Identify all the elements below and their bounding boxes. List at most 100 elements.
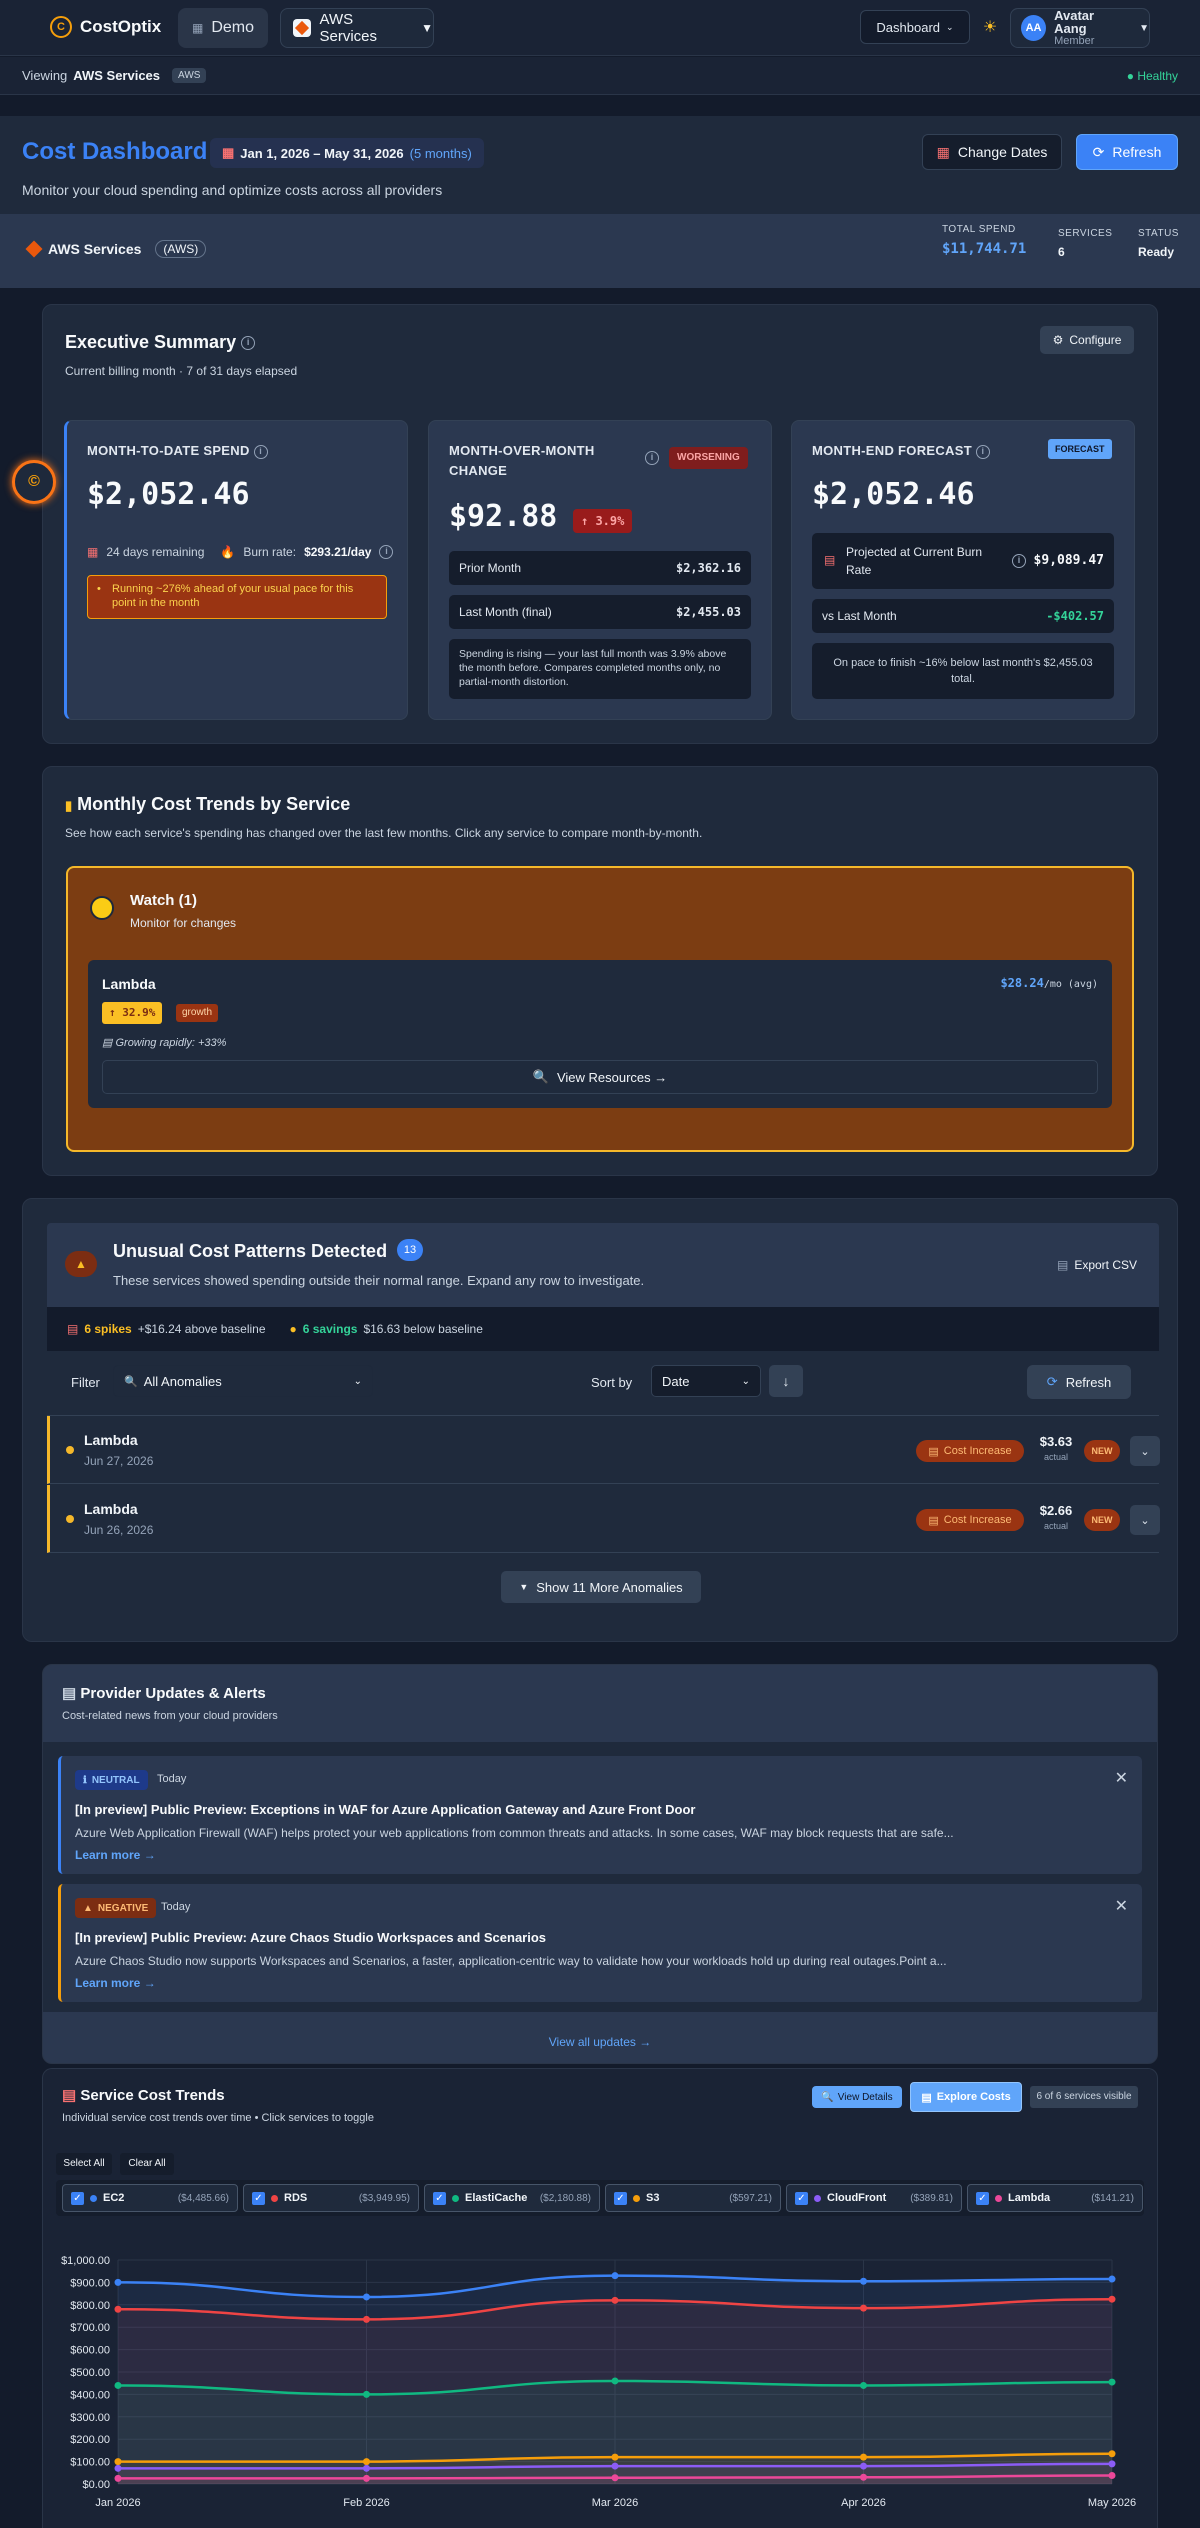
mom-pct-badge: ↑ 3.9% (573, 509, 633, 533)
anomaly-row[interactable]: Lambda Jun 26, 2026 ▤ Cost Increase $2.66 a… (47, 1485, 1160, 1553)
service-toggle-total: ($3,949.95) (358, 2192, 410, 2204)
view-resources-button[interactable]: 🔍 View Resources → (102, 1060, 1098, 1094)
service-name-label: AWS Services (48, 241, 142, 257)
service-cost-chart[interactable]: $0.00 $100.00 $200.00 $300.00 $400.00 $500.00… (42, 2240, 1158, 2520)
service-toggle-name: EC2 (103, 2192, 125, 2204)
expand-chevron-icon[interactable]: ⌄ (1130, 1436, 1160, 1466)
service-toggle-ec2[interactable]: ✓ EC2 ($4,485.66) (62, 2184, 238, 2212)
learn-more-link[interactable]: Learn more → (75, 1848, 156, 1862)
sort-direction-button[interactable]: ↓ (769, 1365, 803, 1397)
clear-all-button[interactable]: Clear All (120, 2153, 174, 2175)
data-point-cloudfront (860, 2462, 867, 2470)
watch-service-card[interactable]: Lambda $28.24/mo (avg) ↑ 32.9% growth ▤ … (88, 960, 1112, 1108)
info-icon[interactable]: i (253, 444, 268, 459)
select-all-button[interactable]: Select All (56, 2153, 112, 2175)
data-point-s3 (1108, 2450, 1116, 2458)
spikes-count: 6 spikes (84, 1322, 132, 1336)
theme-toggle-sun-icon[interactable]: ☀ (980, 18, 1000, 38)
chart-up-icon: ▤ (928, 1445, 939, 1458)
y-tick-label: $200.00 (70, 2434, 110, 2446)
learn-more-link[interactable]: Learn more → (75, 1976, 156, 1990)
service-toggle-lambda[interactable]: ✓ Lambda ($141.21) (967, 2184, 1143, 2212)
provider-label: AWS Services (319, 11, 378, 45)
watch-service-avg: $28.24/mo (avg) (1000, 976, 1098, 990)
fire-icon: 🔥 (220, 545, 236, 559)
info-icon[interactable]: i (379, 545, 394, 559)
y-tick-label: $600.00 (70, 2345, 110, 2357)
info-icon[interactable]: i (645, 451, 659, 465)
user-menu[interactable]: AA Avatar Aang Member ▼ (1010, 8, 1150, 48)
series-swatch (90, 2194, 97, 2202)
view-details-label: View Details (837, 2091, 893, 2103)
sort-value: Date (662, 1373, 690, 1389)
service-toggle-elasticache[interactable]: ✓ ElastiCache ($2,180.88) (424, 2184, 600, 2212)
update-item[interactable]: ℹ NEUTRAL Today [In preview] Public Previ… (58, 1756, 1142, 1874)
chart-up-icon: ▤ (928, 1514, 939, 1527)
close-icon[interactable]: ✕ (1115, 1896, 1128, 1916)
view-details-button[interactable]: 🔍 View Details (812, 2086, 902, 2108)
growth-note-text: Growing rapidly: +33% (115, 1037, 227, 1049)
expand-chevron-icon[interactable]: ⌄ (1130, 1505, 1160, 1535)
update-item[interactable]: ▲ NEGATIVE Today [In preview] Public Prev… (58, 1884, 1142, 2002)
mtd-label: MONTH-TO-DATE SPEND i (87, 441, 268, 461)
change-dates-button[interactable]: ▦ Change Dates (922, 134, 1062, 170)
info-square-icon: ℹ (83, 1774, 87, 1786)
info-icon[interactable]: i (1012, 554, 1026, 568)
series-swatch (271, 2194, 278, 2202)
service-toggle-cloudfront[interactable]: ✓ CloudFront ($389.81) (786, 2184, 962, 2212)
data-point-lambda (363, 2474, 370, 2482)
anomalies-refresh-button[interactable]: ⟳ Refresh (1027, 1365, 1131, 1399)
refresh-button[interactable]: ⟳ Refresh (1076, 134, 1178, 170)
view-all-updates-link[interactable]: View all updates → (0, 2035, 1200, 2049)
info-icon[interactable]: i (975, 444, 990, 459)
demo-button[interactable]: ▦ Demo (178, 8, 268, 48)
explore-costs-button[interactable]: ▤ Explore Costs (910, 2082, 1022, 2112)
pace-warning-text: Running ~276% ahead of your usual pace f… (112, 583, 354, 609)
provider-selector[interactable]: AWS Services ▼ (280, 8, 434, 48)
cost-increase-label: Cost Increase (943, 1445, 1012, 1457)
user-role: Member (1054, 35, 1095, 47)
days-remaining: 24 days remaining (106, 545, 205, 559)
close-icon[interactable]: ✕ (1115, 1768, 1128, 1788)
data-point-elasticache (114, 2381, 122, 2389)
anomaly-amount: $3.63 actual (1038, 1434, 1074, 1462)
floating-logo-icon[interactable]: © (12, 460, 56, 504)
refresh-icon: ⟳ (1046, 1374, 1058, 1389)
show-more-button[interactable]: ▼ Show 11 More Anomalies (501, 1571, 701, 1603)
y-tick-label: $400.00 (70, 2389, 110, 2401)
last-month-label: Last Month (final) (459, 605, 552, 619)
money-bag-icon: ● (289, 1322, 297, 1336)
explore-costs-label: Explore Costs (936, 2091, 1011, 2103)
change-dates-label: Change Dates (957, 144, 1048, 160)
mom-label: MONTH-OVER-MONTH CHANGE (449, 443, 595, 478)
y-tick-label: $900.00 (70, 2277, 110, 2289)
spikes-detail: +$16.24 above baseline (137, 1322, 266, 1336)
app-logo[interactable]: C CostOptix (50, 16, 161, 38)
view-dropdown[interactable]: Dashboard ⌄ (860, 10, 970, 44)
vs-last-month-value: -$402.57 (1046, 609, 1104, 623)
neutral-tag: ℹ NEUTRAL (75, 1770, 148, 1790)
projected-label: Projected at Current Burn Rate (846, 545, 983, 577)
sort-select[interactable]: Date ⌄ (651, 1365, 761, 1397)
configure-button[interactable]: ⚙ Configure (1040, 326, 1134, 354)
mtd-value: $2,052.46 (87, 477, 250, 512)
trend-chart-icon: ▤ (824, 553, 836, 567)
update-body: Azure Chaos Studio now supports Workspac… (75, 1954, 947, 1968)
data-point-s3 (860, 2453, 867, 2461)
checkbox-icon: ✓ (795, 2191, 808, 2205)
anomaly-row[interactable]: Lambda Jun 27, 2026 ▤ Cost Increase $3.63 a… (47, 1416, 1160, 1484)
export-csv-button[interactable]: ▤ Export CSV (1049, 1251, 1145, 1279)
service-toggle-s3[interactable]: ✓ S3 ($597.21) (605, 2184, 781, 2212)
anomaly-amount: $2.66 actual (1038, 1503, 1074, 1531)
anomaly-amount-label: actual (1043, 1521, 1069, 1531)
view-resources-label: View Resources → (556, 1069, 668, 1085)
data-point-cloudfront (363, 2464, 370, 2472)
negative-tag-label: NEGATIVE (97, 1902, 149, 1914)
info-icon[interactable]: i (241, 336, 256, 351)
filter-select[interactable]: 🔍 All Anomalies ⌄ (113, 1365, 373, 1397)
warning-icon: ▲ (83, 1902, 93, 1914)
checkbox-icon: ✓ (433, 2191, 446, 2205)
service-toggle-rds[interactable]: ✓ RDS ($3,949.95) (243, 2184, 419, 2212)
gear-icon: ⚙ (1052, 333, 1064, 347)
watch-subtitle: Monitor for changes (130, 916, 237, 930)
